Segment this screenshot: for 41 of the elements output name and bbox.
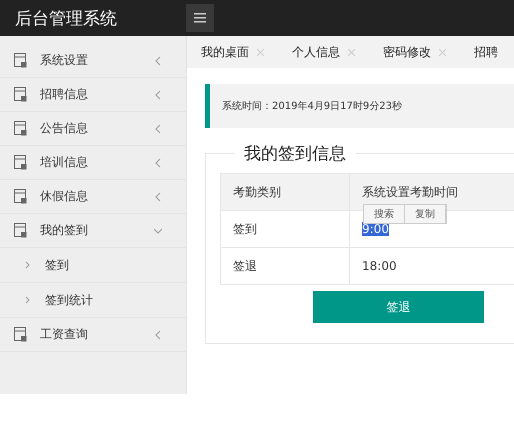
sign-out-button[interactable]: 签退 xyxy=(313,291,484,323)
document-icon xyxy=(14,223,27,238)
sidebar-item[interactable]: 培训信息 xyxy=(0,146,186,180)
sidebar-item[interactable]: 工资查询 xyxy=(0,318,186,352)
menu-button[interactable] xyxy=(186,4,214,32)
sidebar-item[interactable]: 系统设置 xyxy=(0,44,186,78)
tab[interactable]: 个人信息 xyxy=(292,44,355,60)
sidebar-item[interactable]: 我的签到 xyxy=(0,214,186,248)
chevron-right-icon xyxy=(25,296,30,304)
sidebar-item[interactable]: 公告信息 xyxy=(0,112,186,146)
tab[interactable]: 招聘 xyxy=(474,44,498,60)
document-icon xyxy=(14,327,27,342)
app-title: 后台管理系统 xyxy=(14,8,118,30)
chevron-left-icon xyxy=(154,192,162,202)
document-icon xyxy=(14,53,27,68)
document-icon xyxy=(14,155,27,170)
column-header: 考勤类别 xyxy=(220,174,350,210)
system-time-notice: 系统时间：2019年4月9日17时9分23秒 xyxy=(205,84,514,128)
close-icon[interactable] xyxy=(348,48,355,56)
document-icon xyxy=(14,121,27,136)
table-cell: 签到 xyxy=(220,210,350,248)
tab[interactable]: 我的桌面 xyxy=(201,44,264,60)
sidebar-item[interactable]: 招聘信息 xyxy=(0,78,186,112)
table-cell: 签退 xyxy=(220,248,350,284)
chevron-down-icon xyxy=(154,226,162,236)
document-icon xyxy=(14,189,27,204)
chevron-left-icon xyxy=(154,90,162,100)
chevron-right-icon xyxy=(25,261,30,269)
panel-title: 我的签到信息 xyxy=(243,143,347,165)
close-icon[interactable] xyxy=(439,48,446,56)
chevron-left-icon xyxy=(154,158,162,168)
menu-icon xyxy=(194,13,206,23)
chevron-left-icon xyxy=(154,330,162,340)
document-icon xyxy=(14,87,27,102)
close-icon[interactable] xyxy=(257,48,264,56)
tab[interactable]: 密码修改 xyxy=(383,44,446,60)
sidebar-subitem[interactable]: 签到 xyxy=(0,248,186,283)
chevron-left-icon xyxy=(154,124,162,134)
sidebar-item[interactable]: 休假信息 xyxy=(0,180,186,214)
sidebar-subitem[interactable]: 签到统计 xyxy=(0,283,186,318)
chevron-left-icon xyxy=(154,56,162,66)
